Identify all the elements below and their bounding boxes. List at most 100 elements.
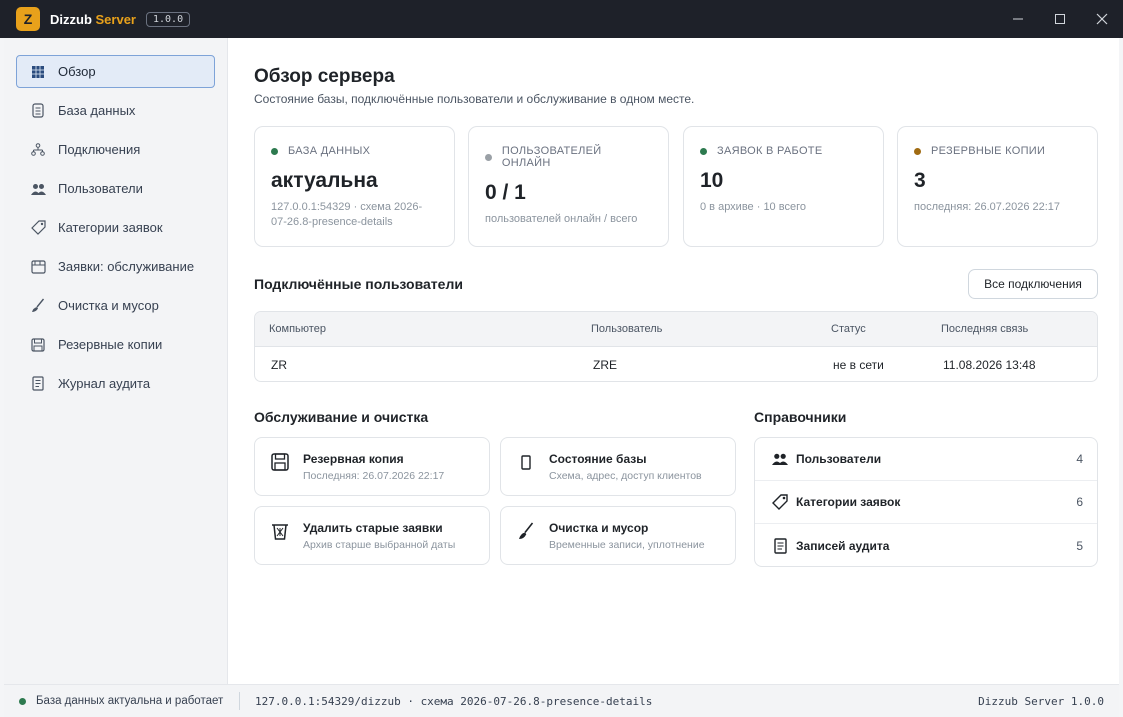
brush-icon xyxy=(30,298,46,314)
stat-value: 10 xyxy=(700,169,724,192)
action-subtitle: Архив старше выбранной даты xyxy=(303,539,456,551)
action-title: Удалить старые заявки xyxy=(303,521,443,535)
action-subtitle: Последняя: 26.07.2026 22:17 xyxy=(303,470,445,482)
cell-user: ZRE xyxy=(593,357,617,372)
app-title-accent: Server xyxy=(95,11,136,27)
stat-label: Пользователей онлайн xyxy=(501,145,602,169)
status-bar: База данных актуальна и работает 127.0.0… xyxy=(4,684,1119,717)
connected-users-table: Компьютер Пользователь Статус Последняя … xyxy=(254,311,1098,382)
reference-count: 6 xyxy=(1076,495,1083,509)
table-row[interactable]: ZR ZRE не в сети 11.08.2026 13:48 xyxy=(255,347,1097,381)
sidebar-item-cleanup[interactable]: Очистка и мусор xyxy=(16,289,215,322)
page-title: Обзор сервера xyxy=(254,66,395,87)
action-title: Резервная копия xyxy=(303,452,404,466)
main-content: Обзор сервера Состояние базы, подключённ… xyxy=(228,38,1119,684)
stat-card-database: База данных актуальна 127.0.0.1:54329 · … xyxy=(254,126,455,247)
maximize-button[interactable] xyxy=(1039,0,1081,38)
reference-count: 5 xyxy=(1076,538,1083,553)
sidebar-item-overview[interactable]: Обзор xyxy=(16,55,215,88)
sidebar-item-ticket-maintenance[interactable]: Заявки: обслуживание xyxy=(16,250,215,283)
stat-sub: последняя: 26.07.2026 22:17 xyxy=(914,201,1061,213)
status-dot xyxy=(700,147,707,155)
cleanup-action-card[interactable]: Очистка и мусор Временные записи, уплотн… xyxy=(500,506,736,565)
minimize-button[interactable] xyxy=(997,0,1039,38)
column-header-status[interactable]: Статус xyxy=(831,323,866,335)
maximize-icon xyxy=(1055,14,1065,24)
stat-sub: пользователей онлайн / всего xyxy=(485,213,638,225)
reference-label: Пользователи xyxy=(796,452,882,466)
all-connections-button[interactable]: Все подключения xyxy=(968,269,1098,299)
column-header-user[interactable]: Пользователь xyxy=(591,323,662,335)
sidebar-item-label: Пользователи xyxy=(58,181,143,196)
app-title-name: Dizzub xyxy=(50,11,92,27)
app-title: Dizzub Server xyxy=(50,12,136,27)
column-header-computer[interactable]: Компьютер xyxy=(269,323,326,335)
references-list: Пользователи 4 Категории заявок 6 Записе… xyxy=(754,437,1098,567)
archive-icon xyxy=(30,259,46,275)
grid-icon xyxy=(30,64,46,80)
stat-card-backups: Резервные копии 3 последняя: 26.07.2026 … xyxy=(897,126,1098,247)
title-bar: Z Dizzub Server 1.0.0 xyxy=(0,0,1123,38)
save-icon xyxy=(30,337,46,353)
sidebar-item-label: Заявки: обслуживание xyxy=(58,259,195,274)
cell-status: не в сети xyxy=(833,357,884,372)
reference-label: Категории заявок xyxy=(796,495,901,509)
backup-action-card[interactable]: Резервная копия Последняя: 26.07.2026 22… xyxy=(254,437,490,496)
db-state-action-card[interactable]: Состояние базы Схема, адрес, доступ клие… xyxy=(500,437,736,496)
scroll-icon xyxy=(30,376,46,392)
users-icon xyxy=(30,181,46,197)
reference-item-ticket-categories[interactable]: Категории заявок 6 xyxy=(755,481,1097,524)
users-icon xyxy=(771,450,789,468)
status-dot xyxy=(914,147,921,155)
action-title: Очистка и мусор xyxy=(549,521,649,535)
stat-label: База данных xyxy=(288,145,371,157)
sidebar-item-label: Журнал аудита xyxy=(58,376,151,391)
stat-value: 3 xyxy=(914,169,926,192)
maintenance-title: Обслуживание и очистка xyxy=(254,409,429,425)
sidebar-item-database[interactable]: База данных xyxy=(16,94,215,127)
sidebar-item-label: Подключения xyxy=(58,142,141,157)
status-dot xyxy=(485,153,492,161)
stat-label: Резервные копии xyxy=(931,145,1046,157)
sidebar-item-backups[interactable]: Резервные копии xyxy=(16,328,215,361)
action-subtitle: Временные записи, уплотнение xyxy=(549,539,705,551)
db-status-text: База данных актуальна и работает xyxy=(36,695,224,707)
stat-label: Заявок в работе xyxy=(717,145,823,157)
delete-old-tickets-action-card[interactable]: Удалить старые заявки Архив старше выбра… xyxy=(254,506,490,565)
reference-item-users[interactable]: Пользователи 4 xyxy=(755,438,1097,481)
column-header-last-seen[interactable]: Последняя связь xyxy=(941,323,1028,335)
reference-item-audit-records[interactable]: Записей аудита 5 xyxy=(755,524,1097,566)
sidebar-item-ticket-categories[interactable]: Категории заявок xyxy=(16,211,215,244)
table-header: Компьютер Пользователь Статус Последняя … xyxy=(255,312,1097,347)
sidebar-item-label: База данных xyxy=(58,103,136,118)
stat-card-users-online: Пользователей онлайн 0 / 1 пользователей… xyxy=(468,126,669,247)
sidebar-item-audit-log[interactable]: Журнал аудита xyxy=(16,367,215,400)
tag-icon xyxy=(771,493,789,511)
app-logo: Z xyxy=(16,7,40,31)
action-subtitle: Схема, адрес, доступ клиентов xyxy=(549,470,702,482)
cell-last-seen: 11.08.2026 13:48 xyxy=(943,357,1036,372)
sidebar-item-label: Категории заявок xyxy=(58,220,163,235)
sidebar-item-label: Обзор xyxy=(58,64,96,79)
sidebar: Обзор База данных Подключения Пользовате… xyxy=(4,38,228,684)
tag-icon xyxy=(30,220,46,236)
app-version-label: Dizzub Server 1.0.0 xyxy=(978,694,1104,708)
action-title: Состояние базы xyxy=(549,452,647,466)
stat-value: актуальна xyxy=(271,169,378,192)
connection-string: 127.0.0.1:54329/dizzub · схема 2026-07-2… xyxy=(255,694,653,708)
close-icon xyxy=(1096,13,1108,25)
stat-sub: 127.0.0.1:54329 · схема 2026-07-26.8-pre… xyxy=(271,201,423,228)
reference-count: 4 xyxy=(1076,452,1083,466)
close-button[interactable] xyxy=(1081,0,1123,38)
stat-card-tickets: Заявок в работе 10 0 в архиве · 10 всего xyxy=(683,126,884,247)
trash-icon xyxy=(270,521,290,541)
scroll-icon xyxy=(771,537,789,555)
sidebar-item-connections[interactable]: Подключения xyxy=(16,133,215,166)
database-icon xyxy=(30,103,46,119)
references-title: Справочники xyxy=(754,409,847,425)
stat-sub: 0 в архиве · 10 всего xyxy=(700,201,806,213)
save-icon xyxy=(270,452,290,472)
network-icon xyxy=(30,142,46,158)
sidebar-item-users[interactable]: Пользователи xyxy=(16,172,215,205)
database-icon xyxy=(516,452,536,472)
